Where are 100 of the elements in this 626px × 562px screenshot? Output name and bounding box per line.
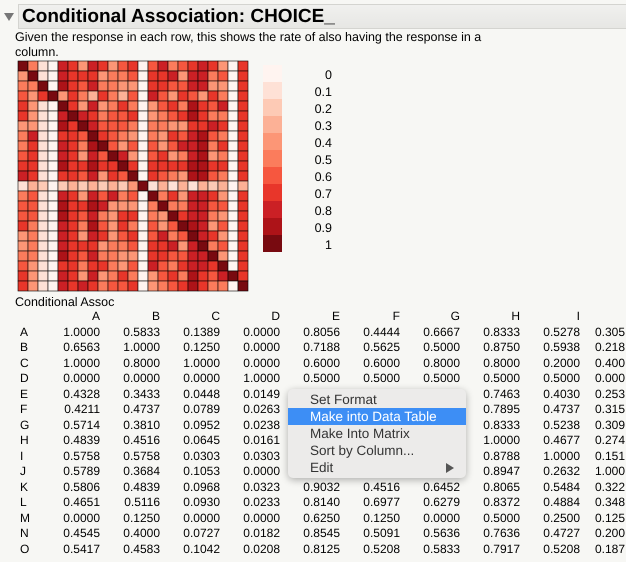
table-cell-text: 0.3684 bbox=[122, 464, 160, 480]
table-cell-text: 0.253 bbox=[594, 386, 626, 402]
table-cell-text: 0.5758 bbox=[62, 448, 100, 464]
section-title: Conditional Association: CHOICE_ bbox=[18, 4, 626, 29]
table-cell-text: 0.5938 bbox=[542, 340, 580, 356]
table-cell-text: 0.0000 bbox=[242, 510, 280, 526]
table-cell-text: 0.400 bbox=[594, 356, 626, 371]
column-header: I bbox=[576, 309, 580, 324]
table-cell-text: 0.8065 bbox=[482, 480, 520, 495]
table-cell-text: 0.8545 bbox=[302, 526, 340, 542]
table-cell-text: 0.0952 bbox=[182, 418, 220, 433]
row-label: E bbox=[20, 386, 30, 402]
row-label: B bbox=[20, 340, 30, 356]
table-cell-text: 0.8333 bbox=[482, 418, 520, 433]
table-cell-text: 0.2632 bbox=[542, 464, 580, 480]
table-cell-text: 0.000 bbox=[594, 371, 626, 386]
table-cell-text: 0.6563 bbox=[62, 340, 100, 356]
table-cell-text: 0.0727 bbox=[182, 526, 220, 542]
table-cell-text: 0.5208 bbox=[542, 542, 580, 557]
table-cell-text: 0.4030 bbox=[542, 386, 580, 402]
table-cell-text: 0.0000 bbox=[242, 356, 280, 371]
table-cell-text: 0.0000 bbox=[242, 464, 280, 480]
table-cell-text: 0.305 bbox=[594, 324, 626, 340]
description-text: Given the response in each row, this shows the rate of also having the response in a column. bbox=[15, 30, 482, 60]
row-label: G bbox=[20, 418, 30, 433]
table-cell-text: 0.0000 bbox=[242, 340, 280, 356]
table-cell-text: 0.6279 bbox=[422, 495, 460, 510]
table-cell-text: 0.6000 bbox=[302, 356, 340, 371]
table-cell-text: 0.4516 bbox=[122, 433, 160, 448]
table-cell-text: 0.0323 bbox=[242, 480, 280, 495]
legend-label: 0 bbox=[325, 68, 332, 84]
table-cell-text: 0.2000 bbox=[542, 356, 580, 371]
table-cell-text: 0.5000 bbox=[482, 371, 520, 386]
table-cell-text: 0.5625 bbox=[362, 340, 400, 356]
table-cell-text: 0.5789 bbox=[62, 464, 100, 480]
table-cell-text: 0.7188 bbox=[302, 340, 340, 356]
table-cell-text: 0.0000 bbox=[242, 324, 280, 340]
table-cell-text: 1.0000 bbox=[122, 340, 160, 356]
row-label: C bbox=[20, 356, 30, 371]
menu-item[interactable]: Sort by Column... bbox=[288, 442, 466, 459]
table-cell-text: 0.4516 bbox=[362, 480, 400, 495]
table-cell-text: 0.4545 bbox=[62, 526, 100, 542]
table-cell-text: 0.4839 bbox=[122, 480, 160, 495]
column-header: F bbox=[392, 309, 400, 324]
column-header: A bbox=[90, 309, 100, 324]
table-cell-text: 1.000 bbox=[594, 464, 626, 480]
column-header: D bbox=[270, 309, 280, 324]
table-cell-text: 0.4677 bbox=[542, 433, 580, 448]
table-cell-text: 0.8788 bbox=[482, 448, 520, 464]
column-header: E bbox=[330, 309, 340, 324]
table-cell-text: 0.187 bbox=[594, 542, 626, 557]
disclosure-triangle-icon[interactable] bbox=[4, 12, 14, 21]
legend-label: 0.6 bbox=[314, 170, 332, 186]
table-cell-text: 1.0000 bbox=[182, 356, 220, 371]
table-cell-text: 0.2500 bbox=[542, 510, 580, 526]
table-cell-text: 0.5758 bbox=[122, 448, 160, 464]
table-cell-text: 0.7895 bbox=[482, 402, 520, 418]
table-cell-text: 0.5833 bbox=[122, 324, 160, 340]
table-cell-text: 0.8333 bbox=[482, 324, 520, 340]
menu-item[interactable]: Edit bbox=[288, 459, 466, 476]
table-cell-text: 0.0149 bbox=[242, 386, 280, 402]
table-cell-text: 0.0000 bbox=[182, 510, 220, 526]
table-cell-text: 0.309 bbox=[594, 418, 626, 433]
row-label: D bbox=[20, 371, 30, 386]
table-cell-text: 0.4737 bbox=[122, 402, 160, 418]
table-cell-text: 0.1250 bbox=[182, 340, 220, 356]
table-cell-text: 0.1250 bbox=[362, 510, 400, 526]
table-cell-text: 0.4211 bbox=[63, 402, 100, 418]
table-cell-text: 0.5000 bbox=[422, 371, 460, 386]
table-cell-text: 0.1053 bbox=[182, 464, 220, 480]
table-cell-text: 0.274 bbox=[594, 433, 626, 448]
legend-label: 0.3 bbox=[314, 119, 332, 135]
table-cell-text: 0.0263 bbox=[242, 402, 280, 418]
legend-label: 0.8 bbox=[314, 204, 332, 220]
table-cell-text: 0.9032 bbox=[302, 480, 340, 495]
table-cell-text: 0.8000 bbox=[122, 356, 160, 371]
table-cell-text: 0.4839 bbox=[62, 433, 100, 448]
table-cell-text: 0.5116 bbox=[123, 495, 160, 510]
row-label: M bbox=[20, 510, 31, 526]
table-cell-text: 0.8000 bbox=[422, 356, 460, 371]
table-cell-text: 0.8125 bbox=[302, 542, 340, 557]
table-cell-text: 0.5636 bbox=[422, 526, 460, 542]
table-title: Conditional Assoc bbox=[15, 295, 116, 309]
menu-item[interactable]: Make Into Matrix bbox=[288, 425, 466, 442]
table-cell-text: 0.0303 bbox=[182, 448, 220, 464]
row-label: I bbox=[20, 448, 24, 464]
legend-label: 0.7 bbox=[314, 187, 332, 203]
table-cell-text: 0.0208 bbox=[242, 542, 280, 557]
table-cell-text: 0.5000 bbox=[362, 371, 400, 386]
menu-item[interactable]: Set Format bbox=[288, 391, 466, 408]
table-cell-text: 0.3433 bbox=[122, 386, 160, 402]
table-cell-text: 0.4000 bbox=[122, 526, 160, 542]
row-label: O bbox=[20, 542, 30, 557]
table-cell-text: 0.1389 bbox=[182, 324, 220, 340]
table-cell-text: 0.5278 bbox=[542, 324, 580, 340]
legend-label: 0.5 bbox=[314, 153, 332, 169]
table-cell-text: 0.0000 bbox=[422, 510, 460, 526]
table-cell-text: 0.8372 bbox=[482, 495, 520, 510]
table-cell-text: 0.200 bbox=[594, 526, 626, 542]
row-label: J bbox=[20, 464, 27, 480]
